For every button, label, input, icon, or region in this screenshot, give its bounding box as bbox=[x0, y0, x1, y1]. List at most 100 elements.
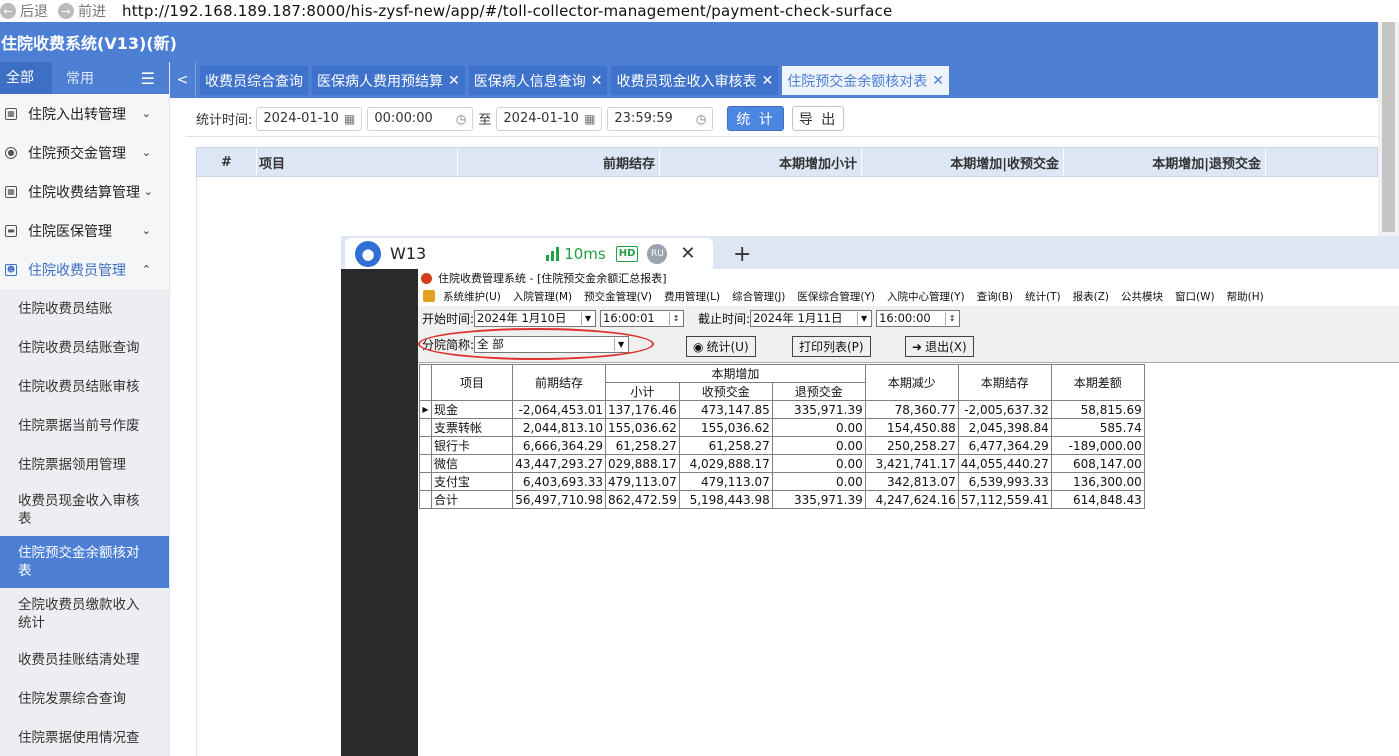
table-row[interactable]: ▶ 现金 -2,064,453.01 137,176.46 473,147.85… bbox=[419, 400, 1145, 419]
end-time-input[interactable]: 23:59:59 ◷ bbox=[607, 106, 714, 131]
menu-item-sys[interactable]: 系统维护(U) bbox=[443, 289, 501, 304]
table-row[interactable]: 微信 43,447,293.27 029,888.17 4,029,888.17… bbox=[419, 454, 1145, 473]
export-button[interactable]: 导 出 bbox=[791, 106, 845, 131]
menu-item-insurance[interactable]: 医保综合管理(Y) bbox=[797, 289, 875, 304]
sidebar-tab-all[interactable]: 全部 bbox=[0, 62, 52, 94]
scrollbar-thumb[interactable] bbox=[1382, 22, 1395, 232]
cell-subtotal: 61,258.27 bbox=[605, 436, 680, 455]
close-icon[interactable]: ✕ bbox=[761, 73, 773, 89]
cell-subtotal: 862,472.59 bbox=[605, 490, 680, 509]
legacy-report-table: 项目 前期结存 本期增加 本期减少 本期结存 本期差额 小计 收预交金 退预交金… bbox=[419, 364, 1145, 509]
sidebar-group-admission[interactable]: ▦ 住院入出转管理 ⌄ bbox=[0, 94, 169, 133]
tab-insurance-presettle[interactable]: 医保病人费用预结算 ✕ bbox=[312, 66, 465, 95]
menu-item-admission[interactable]: 入院管理(M) bbox=[513, 289, 572, 304]
sidebar-item-checkout-audit[interactable]: 住院收费员结账审核 bbox=[0, 367, 169, 406]
cell-decrease: 250,258.27 bbox=[864, 436, 959, 455]
start-time-input[interactable]: 00:00:00 ◷ bbox=[367, 106, 474, 131]
close-icon[interactable]: ✕ bbox=[591, 73, 603, 89]
cell-prev: 56,497,710.98 bbox=[512, 490, 606, 509]
cell-refund: 0.00 bbox=[771, 436, 866, 455]
sidebar-group-settlement[interactable]: ▦ 住院收费结算管理 ⌄ bbox=[0, 172, 169, 211]
receipt-icon: ▦ bbox=[5, 185, 17, 198]
tab-collector-query[interactable]: 收费员综合查询 bbox=[200, 66, 308, 95]
cell-receive: 479,113.07 bbox=[678, 472, 773, 491]
tab-insurance-patient[interactable]: 医保病人信息查询 ✕ bbox=[468, 66, 608, 95]
cell-receive: 5,198,443.98 bbox=[678, 490, 773, 509]
legacy-end-time[interactable]: 16:00:00 ↕ bbox=[876, 309, 961, 327]
start-date-value: 2024-01-10 bbox=[263, 111, 339, 126]
end-time-label: 截止时间: bbox=[698, 311, 751, 326]
col-index: # bbox=[197, 148, 257, 176]
close-icon[interactable]: ✕ bbox=[448, 73, 460, 89]
start-time-value: 00:00:00 bbox=[374, 111, 433, 126]
sidebar-tab-common[interactable]: 常用 bbox=[60, 68, 100, 88]
table-total-row[interactable]: 合计 56,497,710.98 862,472.59 5,198,443.98… bbox=[419, 490, 1145, 509]
menu-item-help[interactable]: 帮助(H) bbox=[1227, 289, 1264, 304]
cell-item: 现金 bbox=[431, 400, 513, 419]
sidebar-item-deposit-balance[interactable]: 住院预交金余额核对表 bbox=[0, 536, 169, 588]
sidebar-item-invoice-receive[interactable]: 住院票据领用管理 bbox=[0, 445, 169, 484]
legacy-end-date[interactable]: 2024年 1月11日 ▼ bbox=[750, 309, 873, 327]
sidebar-item-pending-settle[interactable]: 收费员挂账结清处理 bbox=[0, 640, 169, 679]
table-row[interactable]: 支票转帐 2,044,813.10 155,036.62 155,036.62 … bbox=[419, 418, 1145, 437]
menu-item-center[interactable]: 入院中心管理(Y) bbox=[887, 289, 965, 304]
row-selector bbox=[419, 436, 432, 455]
sidebar-group-deposit[interactable]: ● 住院预交金管理 ⌄ bbox=[0, 133, 169, 172]
legacy-print-button[interactable]: 打印列表(P) bbox=[792, 336, 871, 357]
cell-balance: 6,477,364.29 bbox=[957, 436, 1052, 455]
menu-item-general[interactable]: 综合管理(J) bbox=[732, 289, 785, 304]
table-row[interactable]: 银行卡 6,666,364.29 61,258.27 61,258.27 0.0… bbox=[419, 436, 1145, 455]
menu-item-query[interactable]: 查询(B) bbox=[977, 289, 1013, 304]
legacy-start-date[interactable]: 2024年 1月10日 ▼ bbox=[474, 309, 597, 327]
sidebar-item-invoice-usage[interactable]: 住院票据使用情况查 bbox=[0, 718, 169, 756]
menu-item-window[interactable]: 窗口(W) bbox=[1175, 289, 1215, 304]
tab-deposit-balance[interactable]: 住院预交金余额核对表 ✕ bbox=[782, 66, 949, 95]
table-row[interactable]: 支付宝 6,403,693.33 479,113.07 479,113.07 0… bbox=[419, 472, 1145, 491]
forward-button[interactable]: → 前进 bbox=[58, 1, 106, 21]
close-icon[interactable]: ✕ bbox=[932, 73, 944, 89]
hd-badge: HD bbox=[615, 245, 639, 262]
url-field[interactable]: http://192.168.189.187:8000/his-zysf-new… bbox=[122, 2, 892, 20]
calendar-icon: ▦ bbox=[344, 111, 356, 126]
end-time-value: 23:59:59 bbox=[614, 111, 673, 126]
sidebar-item-checkout-query[interactable]: 住院收费员结账查询 bbox=[0, 328, 169, 367]
back-button[interactable]: ← 后退 bbox=[0, 1, 48, 21]
cell-refund: 335,971.39 bbox=[771, 400, 866, 419]
start-date-text: 2024年 1月10日 bbox=[477, 311, 567, 325]
sidebar-item-cash-audit[interactable]: 收费员现金收入审核表 bbox=[0, 484, 169, 536]
sidebar-item-invoice-void[interactable]: 住院票据当前号作废 bbox=[0, 406, 169, 445]
cell-subtotal: 137,176.46 bbox=[605, 400, 680, 419]
end-date-input[interactable]: 2024-01-10 ▦ bbox=[496, 106, 603, 131]
legacy-start-time[interactable]: 16:00:01 ↕ bbox=[600, 309, 685, 327]
add-tab-icon[interactable]: + bbox=[733, 242, 751, 267]
back-arrow-icon: ← bbox=[0, 3, 16, 19]
header-prev: 前期结存 bbox=[512, 364, 606, 401]
sidebar-item-invoice-query[interactable]: 住院发票综合查询 bbox=[0, 679, 169, 718]
cell-prev: 6,666,364.29 bbox=[512, 436, 606, 455]
stat-button[interactable]: 统 计 bbox=[727, 106, 784, 131]
menu-item-report[interactable]: 报表(Z) bbox=[1073, 289, 1109, 304]
start-date-input[interactable]: 2024-01-10 ▦ bbox=[256, 106, 363, 131]
tab-scroll-left-icon[interactable]: < bbox=[170, 62, 196, 98]
sidebar-group-insurance[interactable]: ▬ 住院医保管理 ⌄ bbox=[0, 211, 169, 250]
sidebar-item-collector-checkout[interactable]: 住院收费员结账 bbox=[0, 289, 169, 328]
sidebar-group-collector[interactable]: ☻ 住院收费员管理 ⌃ bbox=[0, 250, 169, 289]
tab-cash-audit[interactable]: 收费员现金收入审核表 ✕ bbox=[611, 66, 779, 95]
sidebar-tabs: 全部 常用 ☰ bbox=[0, 62, 169, 94]
sidebar-item-hospital-collection-stats[interactable]: 全院收费员缴款收入统计 bbox=[0, 588, 169, 640]
legacy-exit-button[interactable]: ➜ 退出(X) bbox=[905, 336, 974, 357]
cell-refund: 0.00 bbox=[771, 454, 866, 473]
menu-toggle-icon[interactable]: ☰ bbox=[141, 69, 155, 88]
close-icon[interactable]: ✕ bbox=[680, 243, 695, 264]
legacy-stat-button[interactable]: ◉ 统计(U) bbox=[686, 336, 756, 357]
menu-item-public[interactable]: 公共模块 bbox=[1121, 289, 1163, 304]
cell-decrease: 3,421,741.17 bbox=[864, 454, 959, 473]
remote-desktop-window: ● W13 10ms HD RU ✕ + 住院收费管理系统 - [住院预交金余额… bbox=[341, 236, 1399, 756]
menu-item-fee[interactable]: 费用管理(L) bbox=[664, 289, 720, 304]
menu-item-stats[interactable]: 统计(T) bbox=[1025, 289, 1061, 304]
remote-session-tab[interactable]: ● W13 10ms HD RU ✕ bbox=[345, 238, 713, 269]
menu-item-deposit[interactable]: 预交金管理(V) bbox=[584, 289, 652, 304]
col-increase-subtotal: 本期增加小计 bbox=[660, 148, 862, 176]
tab-label: 收费员综合查询 bbox=[205, 73, 303, 90]
header-decrease: 本期减少 bbox=[864, 364, 959, 401]
